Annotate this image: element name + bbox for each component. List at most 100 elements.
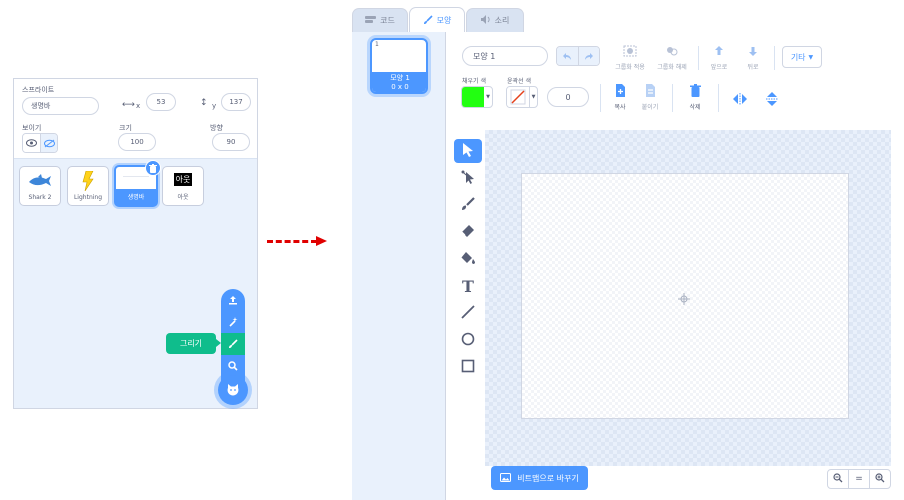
paste-button[interactable]: 붙이기 [636,84,664,111]
more-label: 기타 [790,52,806,62]
redo-icon[interactable] [578,47,599,65]
costume-list: 1 모양 1 0 x 0 [352,32,446,500]
sprite-tile-out[interactable]: 아웃 아웃 [162,166,204,206]
ungroup-icon [665,45,679,59]
canvas-area[interactable] [485,130,891,466]
brush-tool[interactable] [454,193,482,217]
copy-label: 복사 [614,104,626,111]
sprite-tile-shark[interactable]: Shark 2 [19,166,61,206]
trash-icon [689,84,701,99]
costume-tile[interactable]: 1 모양 1 0 x 0 [370,38,428,94]
tab-label: 코드 [380,16,395,25]
outline-width-input[interactable]: 0 [547,87,589,107]
zoom-in-button[interactable] [869,469,891,489]
costume-index: 1 [375,41,379,48]
more-dropdown[interactable]: 기타 ▼ [782,46,822,68]
sprite-info-pane: 스프라이트 생명바 ⟷ x 53 ↕ y 137 보이기 크기 100 방향 9… [14,79,257,159]
line-icon [461,304,475,323]
size-input[interactable]: 100 [118,133,156,151]
drawing-canvas[interactable] [521,173,849,419]
line-tool[interactable] [454,301,482,325]
reshape-tool[interactable] [454,166,482,190]
tab-label: 모양 [436,16,452,25]
fill-tool[interactable] [454,247,482,271]
tab-costumes[interactable]: 모양 [409,7,465,33]
zoom-reset-button[interactable]: = [848,469,870,489]
shark-icon [28,167,52,194]
show-eye-icon[interactable] [23,134,40,152]
bucket-icon [461,250,476,269]
backward-label: 뒤로 [747,64,759,71]
x-arrows-icon: ⟷ [122,100,135,110]
sprite-name: 아웃 [177,194,189,201]
sprite-thumb-text: 아웃 [173,173,193,186]
sprite-label: 스프라이트 [22,86,55,94]
paint-brush-icon[interactable] [221,333,245,355]
forward-button[interactable]: 앞으로 [704,45,734,71]
costume-size: 0 x 0 [391,83,409,91]
x-input[interactable]: 53 [146,93,176,111]
forward-label: 앞으로 [710,64,728,71]
circle-tool[interactable] [454,328,482,352]
tab-sounds[interactable]: 소리 [466,8,524,32]
group-icon [623,45,637,59]
hide-eye-icon[interactable] [40,134,57,152]
divider [672,84,673,112]
group-label: 그룹화 적용 [615,64,645,71]
paste-label: 붙이기 [641,104,659,111]
backward-button[interactable]: 뒤로 [738,45,768,71]
sprite-name: 생명바 [116,189,156,205]
tab-label: 소리 [494,16,510,25]
search-icon[interactable] [221,355,245,377]
zoom-out-button[interactable] [827,469,849,489]
y-input[interactable]: 137 [221,93,251,111]
code-icon [365,16,377,25]
fill-label: 채우기 색 [462,78,486,85]
show-label: 보이기 [22,124,42,132]
delete-button[interactable]: 삭제 [680,84,710,111]
outline-color-picker[interactable]: ▼ [506,86,538,108]
select-tool[interactable] [454,139,482,163]
delete-label: 삭제 [689,104,701,111]
cat-add-icon[interactable] [218,375,248,405]
upload-icon[interactable] [221,289,245,311]
sprite-tile-lightning[interactable]: Lightning [67,166,109,206]
ungroup-button[interactable]: 그룹화 해제 [652,45,692,71]
lightning-icon [82,167,94,194]
fill-color-picker[interactable]: ▼ [461,86,493,108]
copy-button[interactable]: 복사 [606,84,634,111]
undo-redo-group [556,46,600,66]
y-label: y [212,102,217,110]
costume-name: 모양 1 [390,74,410,82]
chevron-down-icon: ▼ [808,53,814,61]
circle-icon [461,331,475,350]
arrow-head-icon [316,236,327,246]
flip-vertical-icon[interactable] [762,90,782,108]
eraser-icon [461,223,475,242]
undo-icon[interactable] [557,47,579,65]
y-arrows-icon: ↕ [200,98,208,108]
text-tool[interactable]: T [454,274,482,298]
costume-name-input[interactable]: 모양 1 [462,46,548,66]
convert-bitmap-label: 비트맵으로 바꾸기 [517,473,579,483]
paint-tooltip: 그리기 [166,333,221,354]
text-t-icon: T [462,276,474,296]
sprite-name-input[interactable]: 생명바 [22,97,99,115]
no-color-icon [507,87,529,107]
delete-sprite-icon[interactable] [145,160,161,176]
surprise-icon[interactable] [221,311,245,333]
costume-caption: 모양 1 0 x 0 [372,72,426,92]
eraser-tool[interactable] [454,220,482,244]
flip-horizontal-icon[interactable] [730,92,750,106]
group-button[interactable]: 그룹화 적용 [610,45,650,71]
outline-label: 윤곽선 색 [507,78,531,85]
sprite-name: Shark 2 [28,194,52,201]
chevron-down-icon: ▼ [529,87,537,107]
dashed-arrow-line [267,240,317,243]
rectangle-icon [461,358,475,377]
convert-bitmap-button[interactable]: 비트맵으로 바꾸기 [491,466,588,490]
rectangle-tool[interactable] [454,355,482,379]
tab-code[interactable]: 코드 [352,8,408,32]
direction-input[interactable]: 90 [212,133,250,151]
brush-icon [423,14,433,27]
